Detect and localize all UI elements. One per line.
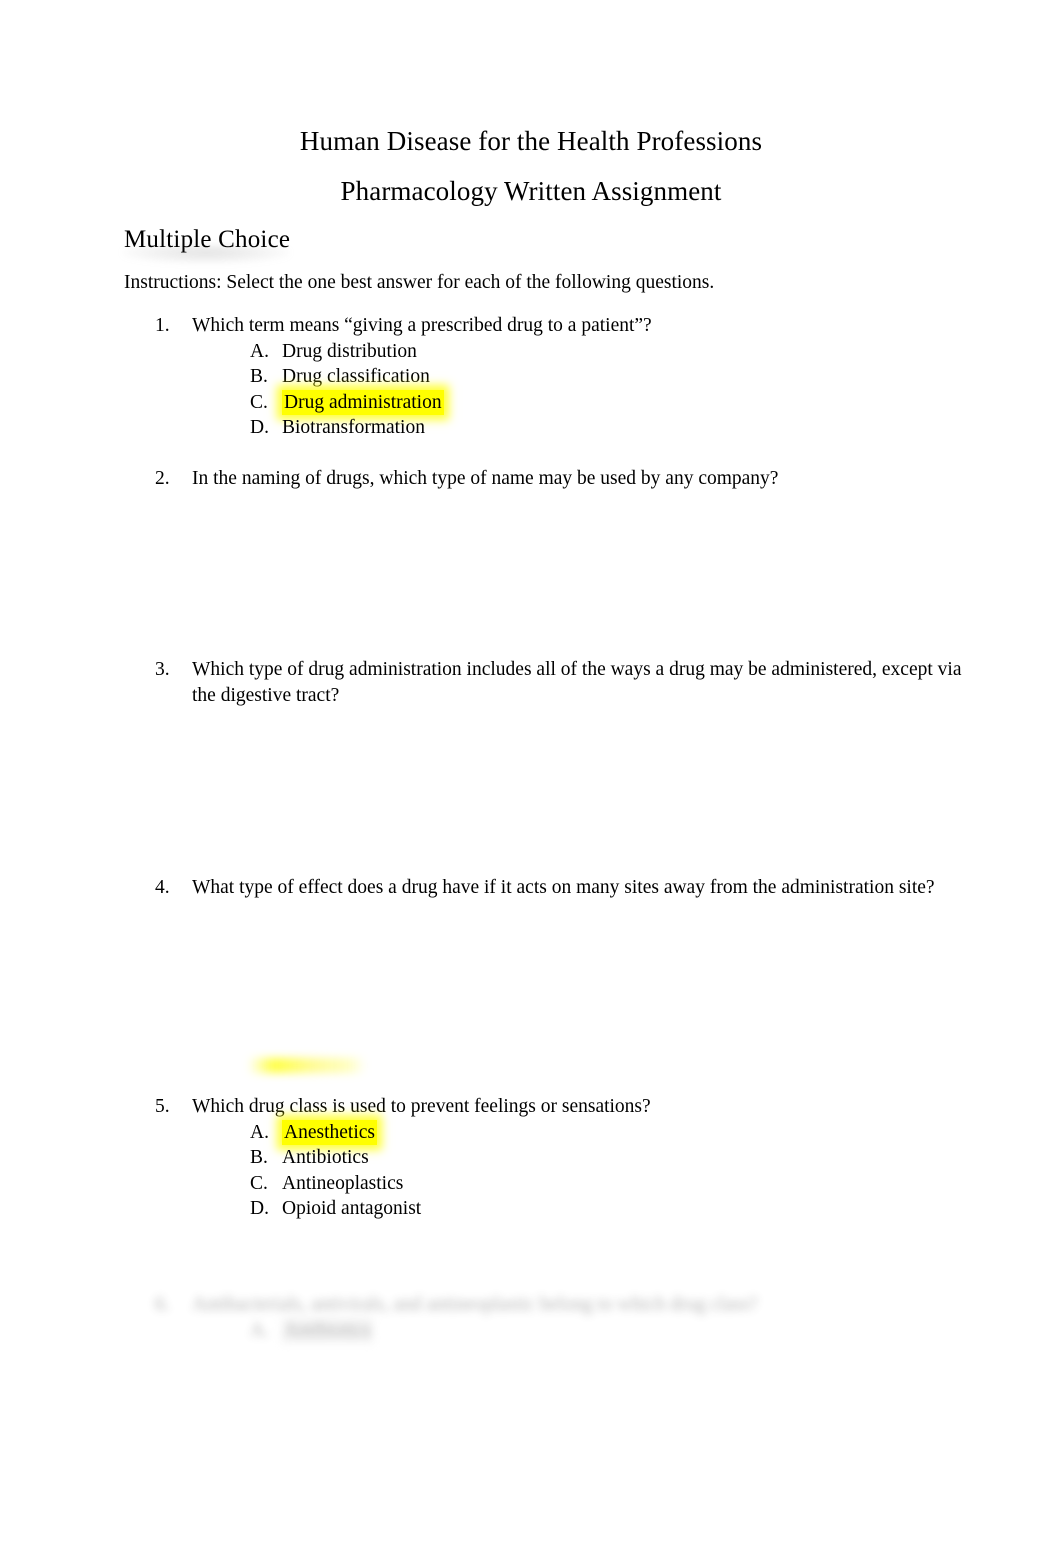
question-text: Antibacterials, antivirals, and antineop… — [192, 1294, 758, 1315]
option-letter: D. — [250, 1198, 269, 1219]
option-item[interactable]: B. Antibiotics — [250, 1145, 967, 1171]
option-list: A. Antibiotics — [250, 1317, 915, 1343]
document-title-line-2: Pharmacology Written Assignment — [340, 176, 722, 206]
question-text: Which drug class is used to prevent feel… — [192, 1096, 651, 1117]
option-text: Antibiotics — [282, 1317, 373, 1343]
option-text: Drug classification — [282, 366, 430, 387]
document-page: Human Disease for the Health Professions… — [0, 0, 1062, 1561]
question-number: 4. — [155, 877, 170, 898]
option-item: A. Antibiotics — [250, 1317, 915, 1343]
question-line: 1. Which term means “giving a prescribed… — [155, 313, 967, 339]
option-item[interactable]: B. Drug classification — [250, 364, 967, 390]
option-text: Biotransformation — [282, 417, 425, 438]
option-letter: D. — [250, 417, 269, 438]
option-letter: A. — [250, 1121, 269, 1143]
question-block-4: 4. What type of effect does a drug have … — [155, 875, 967, 901]
faded-highlight-artifact — [248, 1058, 366, 1073]
option-letter: A. — [250, 340, 269, 362]
question-block-3: 3. Which type of drug administration inc… — [155, 657, 967, 708]
question-block-1: 1. Which term means “giving a prescribed… — [155, 313, 967, 441]
question-number: 5. — [155, 1096, 170, 1117]
option-text: Antibiotics — [282, 1147, 369, 1168]
option-text: Drug distribution — [282, 340, 417, 362]
option-item[interactable]: D. Opioid antagonist — [250, 1196, 967, 1222]
option-letter: B. — [250, 366, 268, 387]
question-line: 4. What type of effect does a drug have … — [155, 875, 967, 901]
question-number: 6. — [155, 1294, 170, 1315]
question-block-2: 2. In the naming of drugs, which type of… — [155, 466, 967, 492]
option-item[interactable]: A. Drug distribution — [250, 339, 967, 365]
question-text: In the naming of drugs, which type of na… — [192, 468, 779, 489]
section-heading-multiple-choice: Multiple Choice — [124, 226, 291, 253]
option-text: Opioid antagonist — [282, 1198, 422, 1219]
document-title-line-1: Human Disease for the Health Professions — [299, 126, 763, 156]
option-text-highlighted: Anesthetics — [282, 1119, 377, 1145]
option-item-highlighted[interactable]: A. Anesthetics — [250, 1119, 967, 1145]
option-item[interactable]: D. Biotransformation — [250, 415, 967, 441]
question-text: Which type of drug administration includ… — [192, 659, 962, 706]
question-number: 3. — [155, 659, 170, 680]
option-list: A. Drug distribution B. Drug classificatio… — [250, 339, 967, 441]
option-item-highlighted[interactable]: C. Drug administration — [250, 389, 967, 415]
option-list: A. Anesthetics B. Antibiotics C. Antineopla… — [250, 1119, 967, 1222]
option-text: Antineoplastics — [282, 1172, 404, 1194]
question-line: 6. Antibacterials, antivirals, and antin… — [155, 1292, 915, 1318]
option-letter: B. — [250, 1147, 268, 1168]
question-number: 2. — [155, 468, 170, 489]
option-text-highlighted: Drug administration — [282, 389, 444, 415]
question-line: 5. Which drug class is used to prevent f… — [155, 1094, 967, 1120]
option-letter: C. — [250, 1172, 268, 1194]
question-text: Which term means “giving a prescribed dr… — [192, 315, 652, 336]
option-item[interactable]: C. Antineoplastics — [250, 1171, 967, 1197]
question-block-5: 5. Which drug class is used to prevent f… — [155, 1094, 967, 1222]
option-letter: A. — [250, 1319, 269, 1341]
question-text: What type of effect does a drug have if … — [192, 877, 935, 898]
option-letter: C. — [250, 391, 268, 413]
obscured-question-block: 6. Antibacterials, antivirals, and antin… — [155, 1292, 915, 1343]
question-line: 2. In the naming of drugs, which type of… — [155, 466, 967, 492]
question-number: 1. — [155, 315, 170, 336]
question-line: 3. Which type of drug administration inc… — [155, 657, 967, 708]
instructions-text: Instructions: Select the one best answer… — [124, 272, 715, 293]
